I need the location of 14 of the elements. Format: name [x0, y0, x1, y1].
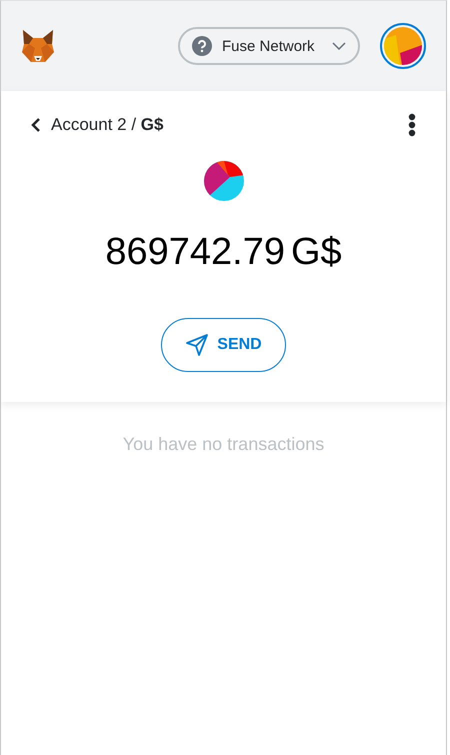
chevron-down-icon — [332, 42, 346, 50]
currency-symbol: G$ — [290, 231, 342, 274]
send-button[interactable]: SEND — [161, 318, 286, 372]
token-icon — [204, 161, 244, 201]
back-icon[interactable] — [31, 117, 41, 133]
account-avatar[interactable] — [380, 23, 426, 69]
more-options-icon[interactable] — [408, 113, 416, 137]
fox-logo[interactable] — [21, 28, 55, 64]
network-dropdown[interactable]: Fuse Network — [178, 27, 360, 65]
question-icon — [192, 36, 212, 56]
balance-amount: 869742.79 — [105, 231, 285, 274]
send-icon — [185, 333, 210, 357]
breadcrumb: Account 2 / G$ — [51, 115, 164, 135]
empty-transactions-message: You have no transactions — [122, 434, 324, 456]
